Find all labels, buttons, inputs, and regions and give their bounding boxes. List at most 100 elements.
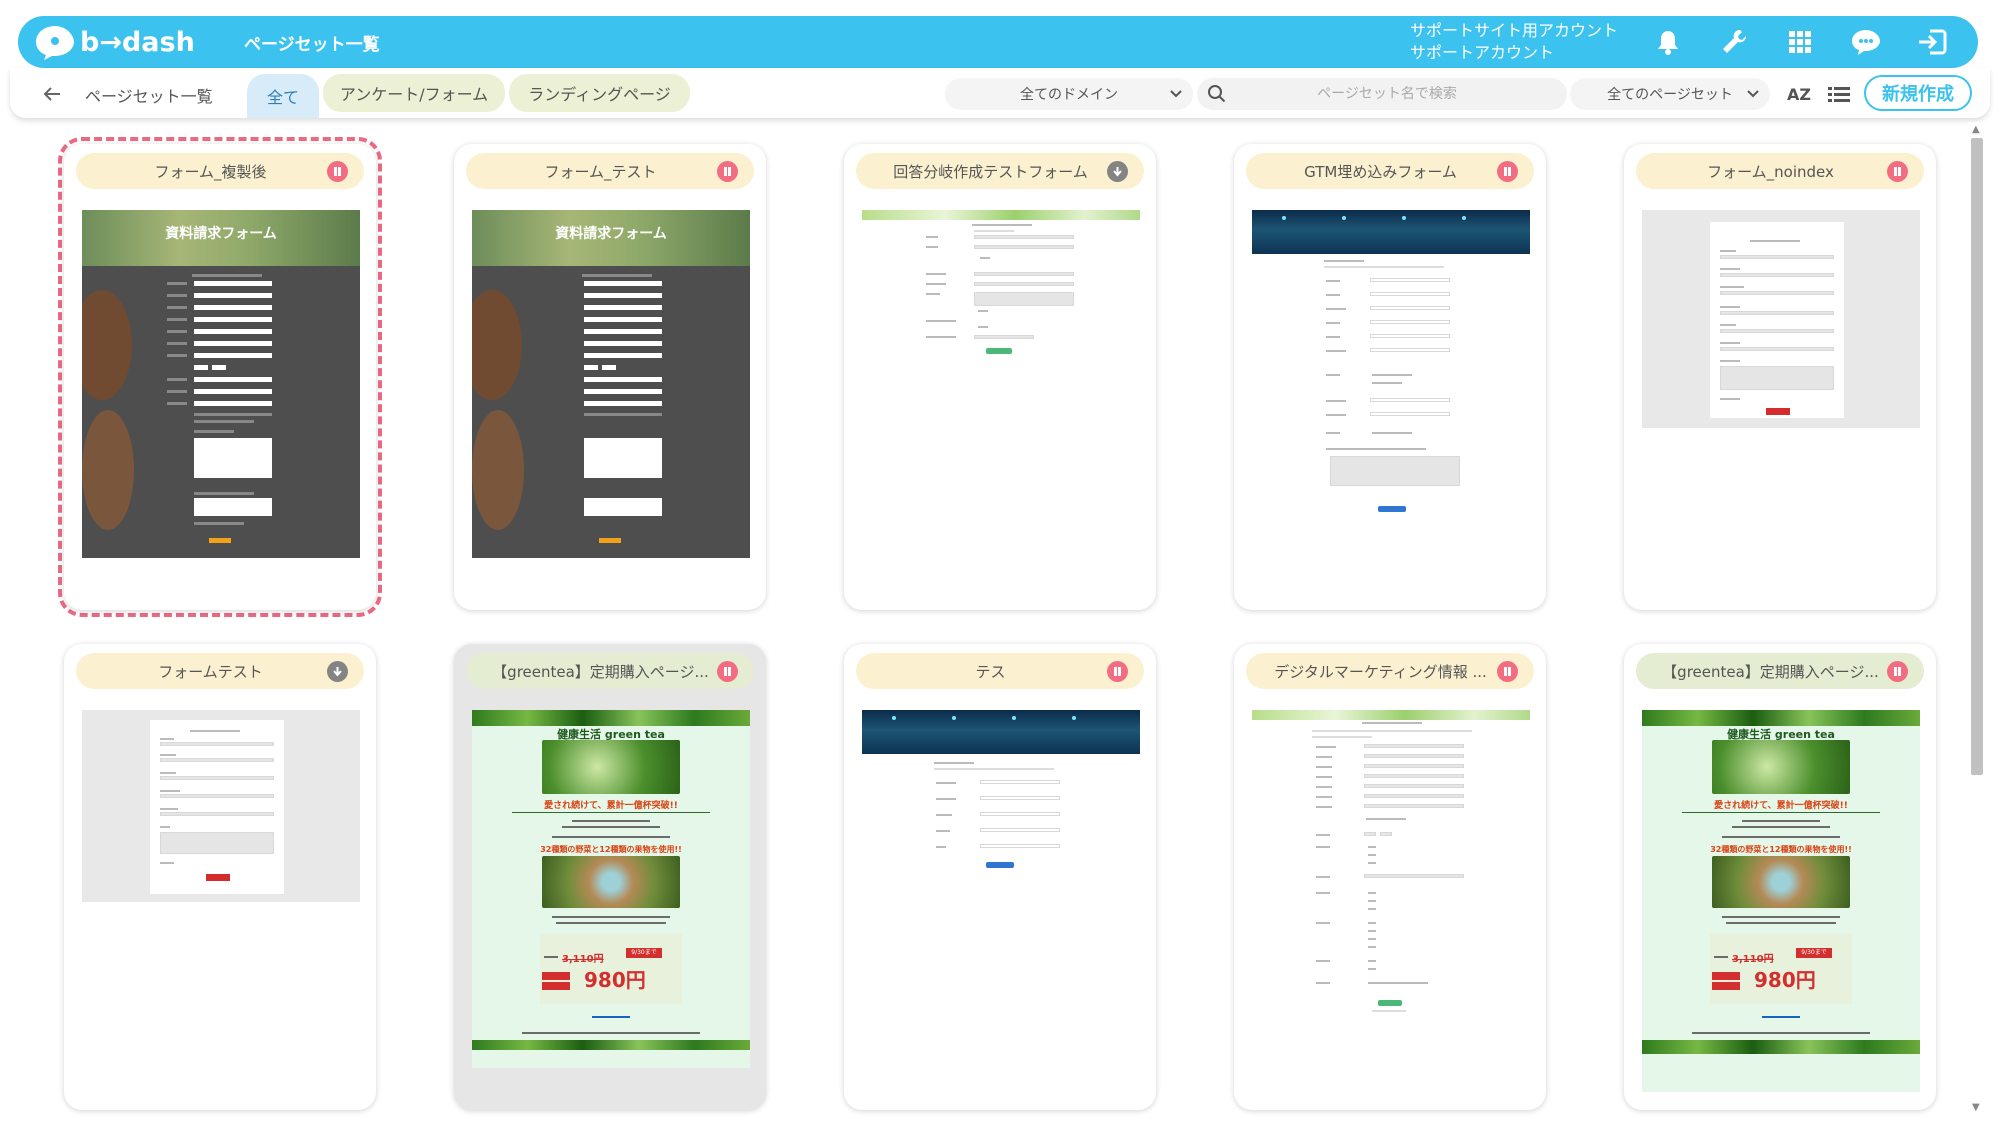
pause-status-icon[interactable]: [1887, 660, 1908, 682]
preview-text: [160, 754, 176, 756]
pageset-card[interactable]: 【greentea】定期購入ページ... 健康生活 green tea 愛され続…: [454, 644, 766, 1110]
account-info[interactable]: サポートサイト用アカウント サポートアカウント: [1410, 20, 1618, 64]
search-input[interactable]: [1237, 86, 1537, 102]
pageset-card[interactable]: フォーム_noindex: [1624, 144, 1936, 610]
preview-field: [974, 235, 1074, 239]
scroll-down-arrow[interactable]: ▼: [1972, 1102, 1980, 1113]
pageset-card[interactable]: GTM埋め込みフォーム: [1234, 144, 1546, 610]
preview-text: [1368, 938, 1376, 940]
pageset-card[interactable]: フォーム_複製後 資料請求フォーム: [64, 144, 376, 610]
tab-all[interactable]: 全て: [247, 74, 319, 118]
preview-field: [1364, 764, 1464, 768]
pageset-select[interactable]: 全てのページセット: [1570, 78, 1770, 110]
preview-text: [562, 826, 660, 828]
preview-deadline: 9/30まで: [1796, 948, 1832, 958]
pageset-card[interactable]: フォームテスト: [64, 644, 376, 1110]
scrollbar-thumb[interactable]: [1971, 138, 1983, 775]
preview-text: [167, 282, 187, 285]
pause-status-icon[interactable]: [717, 660, 738, 682]
pause-status-icon[interactable]: [717, 160, 738, 182]
pause-status-icon[interactable]: [1107, 660, 1128, 682]
scroll-up-arrow[interactable]: ▲: [1972, 124, 1980, 135]
preview-text: [1362, 722, 1422, 724]
list-view-icon[interactable]: [1824, 81, 1854, 109]
pause-status-icon[interactable]: [1887, 160, 1908, 182]
preview-text: [1368, 922, 1376, 924]
preview-textarea: [1720, 366, 1834, 390]
settings-button[interactable]: [1714, 22, 1754, 62]
preview-field: [1720, 311, 1834, 315]
apps-grid-icon: [1789, 31, 1811, 53]
back-arrow-icon[interactable]: [38, 80, 66, 108]
preview-text: [1316, 796, 1332, 798]
preview-field: [1364, 754, 1464, 758]
preview-field: [584, 377, 662, 382]
preview-text: [1368, 854, 1376, 856]
logout-button[interactable]: [1912, 22, 1952, 62]
card-title: フォームテスト: [158, 662, 263, 681]
preview-text: [1368, 982, 1428, 984]
preview-text: [1368, 846, 1376, 848]
preview-text: [1368, 908, 1376, 910]
bdash-logo[interactable]: b→dash: [34, 24, 196, 60]
pause-status-icon[interactable]: [1497, 660, 1518, 682]
preview-text: [167, 294, 187, 297]
page-preview: [1642, 210, 1920, 428]
preview-text: [1732, 826, 1830, 828]
preview-text: [584, 413, 662, 416]
pageset-card[interactable]: 回答分岐作成テストフォーム: [844, 144, 1156, 610]
preview-text: [1720, 324, 1736, 326]
pageset-card[interactable]: テス: [844, 644, 1156, 1110]
card-title: 回答分岐作成テストフォーム: [893, 162, 1088, 181]
preview-text: [1368, 968, 1376, 970]
tab-landing-page[interactable]: ランディングページ: [509, 74, 690, 112]
preview-decoration: [82, 290, 132, 400]
preview-field: [1720, 347, 1834, 351]
pageset-card[interactable]: 【greentea】定期購入ページ... 健康生活 green tea 愛され続…: [1624, 644, 1936, 1110]
card-header: GTM埋め込みフォーム: [1246, 153, 1534, 189]
domain-select[interactable]: 全てのドメイン: [945, 78, 1193, 110]
preview-textarea: [194, 498, 272, 516]
wrench-icon: [1723, 29, 1747, 53]
card-header: 回答分岐作成テストフォーム: [856, 153, 1144, 189]
preview-price-box: 3,110円 9/30まで 980円: [540, 934, 682, 1004]
preview-price: 980円: [1754, 968, 1816, 992]
pageset-card[interactable]: デジタルマーケティング情報 ...: [1234, 644, 1546, 1110]
create-new-button[interactable]: 新規作成: [1864, 75, 1972, 111]
preview-field: [194, 281, 272, 286]
card-header: 【greentea】定期購入ページ...: [1636, 653, 1924, 689]
preview-field: [1720, 273, 1834, 277]
preview-text: [926, 293, 940, 295]
scrollbar[interactable]: ▲ ▼: [1968, 122, 1984, 1122]
breadcrumb[interactable]: ページセット一覧: [85, 83, 213, 107]
preview-text: [934, 768, 1054, 770]
preview-field: [194, 293, 272, 298]
preview-button: [986, 348, 1012, 354]
tab-survey-form[interactable]: アンケート/フォーム: [323, 74, 505, 112]
preview-field: [974, 272, 1074, 276]
preview-lp-sub: 32種類の野菜と12種類の果物を使用!!: [540, 845, 682, 854]
pause-status-icon[interactable]: [327, 160, 348, 182]
download-status-icon[interactable]: [327, 660, 348, 682]
download-status-icon[interactable]: [1107, 160, 1128, 182]
account-site-name: サポートサイト用アカウント: [1409, 21, 1618, 40]
support-button[interactable]: [1846, 22, 1886, 62]
preview-text: [1372, 1010, 1406, 1012]
preview-field: [194, 341, 272, 346]
preview-text: [1742, 820, 1820, 822]
preview-text: [934, 762, 974, 764]
search-icon: [1208, 85, 1226, 103]
preview-field: [980, 780, 1060, 784]
sort-az-button[interactable]: AZ: [1782, 79, 1816, 109]
bell-icon: [1658, 31, 1678, 55]
chevron-down-icon: [1747, 90, 1759, 98]
preview-field: [584, 281, 662, 286]
preview-text: [1372, 382, 1402, 384]
pause-status-icon[interactable]: [1497, 160, 1518, 182]
preview-form-box: [150, 720, 284, 894]
preview-text: [1726, 922, 1836, 924]
apps-button[interactable]: [1780, 22, 1820, 62]
preview-text: [1316, 766, 1332, 768]
pageset-card[interactable]: フォーム_テスト 資料請求フォーム: [454, 144, 766, 610]
notification-button[interactable]: [1648, 22, 1688, 62]
